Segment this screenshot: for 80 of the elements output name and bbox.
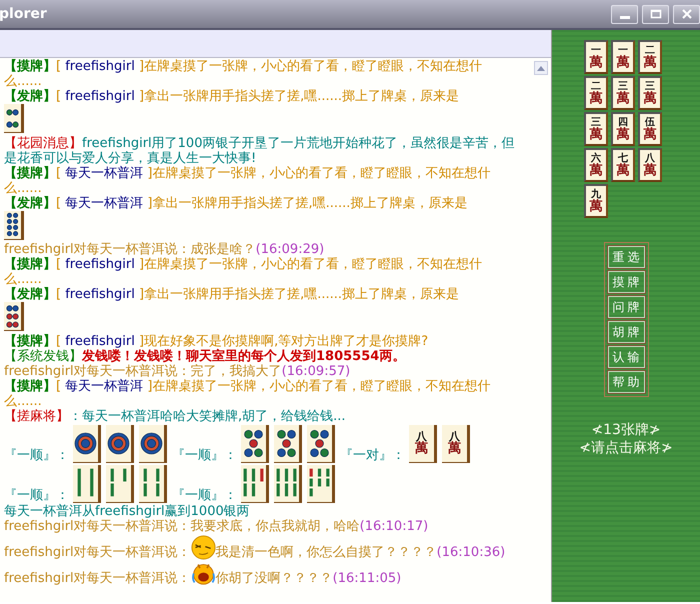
meld-label: 『一顺』： xyxy=(4,488,69,502)
hint-text: ≮13张牌≯ xyxy=(590,421,662,439)
timestamp: (16:09:57) xyxy=(282,364,350,378)
mahjong-tile[interactable]: 七 萬 xyxy=(611,148,635,182)
meld-label: 『一顺』： xyxy=(172,488,237,502)
chat-message: 【搓麻将】：每天一杯普洱哈哈大笑摊牌,胡了，给钱给钱... xyxy=(4,408,347,424)
timestamp: (16:10:17) xyxy=(360,518,428,534)
dots-tile-icon xyxy=(241,424,269,462)
game-button[interactable]: 重选 xyxy=(608,246,644,268)
dots-tile-icon xyxy=(106,424,134,462)
chat-message: 【摸牌】[ 每天一杯普洱 ]在牌桌摸了一张牌，小心的看了看，瞪了瞪眼，不知在想什么...... xyxy=(4,166,492,196)
mahjong-tile[interactable]: 一 萬 xyxy=(584,40,608,74)
dots-tile-icon xyxy=(4,302,24,331)
chat-message: 我要求底，你点我就胡，哈哈 xyxy=(190,518,360,534)
chat-sender: freefishgirl对每天一杯普洱说： xyxy=(4,518,191,534)
up-arrow-icon xyxy=(537,65,545,71)
close-button[interactable] xyxy=(673,4,700,24)
bamboo-tile-icon xyxy=(274,464,302,502)
chat-message: 【花园消息】freefishgirl用了100两银子开垦了一片荒地开始种花了，虽然很是辛苦，但是花香可以与爱人分享，真是人生一大快事! xyxy=(4,136,516,166)
mahjong-tile[interactable]: 三 萬 xyxy=(638,76,662,110)
minimize-button[interactable] xyxy=(611,4,638,24)
chat-message: 【摸牌】[ freefishgirl ]在牌桌摸了一张牌，小心的看了看，瞪了瞪眼，不知在想什么...... xyxy=(4,257,484,287)
scroll-up-button[interactable] xyxy=(534,61,548,75)
game-button[interactable]: 问牌 xyxy=(608,296,644,318)
mahjong-tile[interactable]: 六 萬 xyxy=(584,148,608,182)
bamboo-tile-icon xyxy=(73,464,101,502)
chat-sender: freefishgirl对每天一杯普洱说： xyxy=(4,242,191,257)
dots-tile-icon xyxy=(274,424,302,462)
chat-message: 我是清一色啊，你怎么自摸了？？？？ xyxy=(216,544,437,560)
window-title: plorer xyxy=(0,4,47,24)
mahjong-tile[interactable]: 一 萬 xyxy=(611,40,635,74)
chat-message: 【系统发钱】发钱喽！发钱喽！聊天室里的每个人发到1805554两。 xyxy=(4,348,406,364)
chat-message: 【摸牌】[ freefishgirl ]现在好象不是你摸牌啊,等对方出牌了才是你摸牌? xyxy=(4,334,430,348)
meld-label: 『一顺』： xyxy=(4,448,69,462)
chat-message: 【发牌】[ freefishgirl ]拿出一张牌用手指头搓了搓,嘿......掷上了牌桌，原来是 xyxy=(4,287,460,302)
game-button[interactable]: 帮助 xyxy=(608,371,644,393)
mahjong-tile[interactable]: 二 萬 xyxy=(638,40,662,74)
maximize-button[interactable] xyxy=(642,4,669,24)
sleepy-face-icon xyxy=(190,534,216,560)
close-icon xyxy=(680,8,692,20)
chat-message: 【摸牌】[ 每天一杯普洱 ]在牌桌摸了一张牌，小心的看了看，瞪了瞪眼，不知在想什么...... xyxy=(4,378,492,408)
bamboo-tile-icon xyxy=(241,464,269,502)
chat-message: 完了，我搞大了 xyxy=(190,364,282,378)
game-button[interactable]: 胡牌 xyxy=(608,321,644,343)
mahjong-tile: 八 萬 xyxy=(442,424,470,462)
chat-message: 你胡了没啊？？？？ xyxy=(216,570,333,586)
dots-tile-icon xyxy=(139,424,167,462)
game-button[interactable]: 摸牌 xyxy=(608,271,644,293)
bamboo-tile-icon xyxy=(139,464,167,502)
chat-message: 【发牌】[ 每天一杯普洱 ]拿出一张牌用手指头搓了搓,嘿......掷上了牌桌，原来是 xyxy=(4,196,468,210)
mahjong-tile[interactable]: 伍 萬 xyxy=(638,112,662,146)
chat-sender: freefishgirl对每天一杯普洱说： xyxy=(4,544,191,560)
mahjong-tile[interactable]: 九 萬 xyxy=(584,184,608,218)
dots-tile-icon xyxy=(4,210,24,240)
meld-label: 『一对』： xyxy=(340,448,405,462)
chat-sender: freefishgirl对每天一杯普洱说： xyxy=(4,570,191,586)
dots-tile-icon xyxy=(307,424,335,462)
mahjong-tile[interactable]: 四 萬 xyxy=(611,112,635,146)
timestamp: (16:11:05) xyxy=(332,570,402,586)
game-button[interactable]: 认输 xyxy=(608,346,644,368)
timestamp: (16:10:36) xyxy=(436,544,506,560)
mahjong-tile: 八 萬 xyxy=(409,424,437,462)
mahjong-tile[interactable]: 三 萬 xyxy=(584,112,608,146)
hint-text: ≮请点击麻将≯ xyxy=(578,439,674,457)
chat-message: 【发牌】[ freefishgirl ]拿出一张牌用手指头搓了搓,嘿......掷上了牌桌，原来是 xyxy=(4,89,460,104)
mahjong-tile[interactable]: 三 萬 xyxy=(611,76,635,110)
mahjong-tile[interactable]: 八 萬 xyxy=(638,148,662,182)
meld-label: 『一顺』： xyxy=(172,448,237,462)
minimize-icon xyxy=(620,16,630,19)
chat-sender: freefishgirl对每天一杯普洱说： xyxy=(4,364,191,378)
chat-message: 每天一杯普洱从freefishgirl赢到1000银两 xyxy=(4,504,251,518)
maximize-icon xyxy=(650,8,662,20)
dots-tile-icon xyxy=(73,424,101,462)
timestamp: (16:09:29) xyxy=(256,242,324,257)
bamboo-tile-icon xyxy=(106,464,134,502)
chat-message: 成张是啥？ xyxy=(190,242,256,257)
chat-message: 【摸牌】[ freefishgirl ]在牌桌摸了一张牌，小心的看了看，瞪了瞪眼，不知在想什么...... xyxy=(4,59,484,89)
dots-tile-icon xyxy=(4,104,24,133)
bamboo-tile-icon xyxy=(307,464,335,502)
mahjong-tile[interactable]: 二 萬 xyxy=(584,76,608,110)
